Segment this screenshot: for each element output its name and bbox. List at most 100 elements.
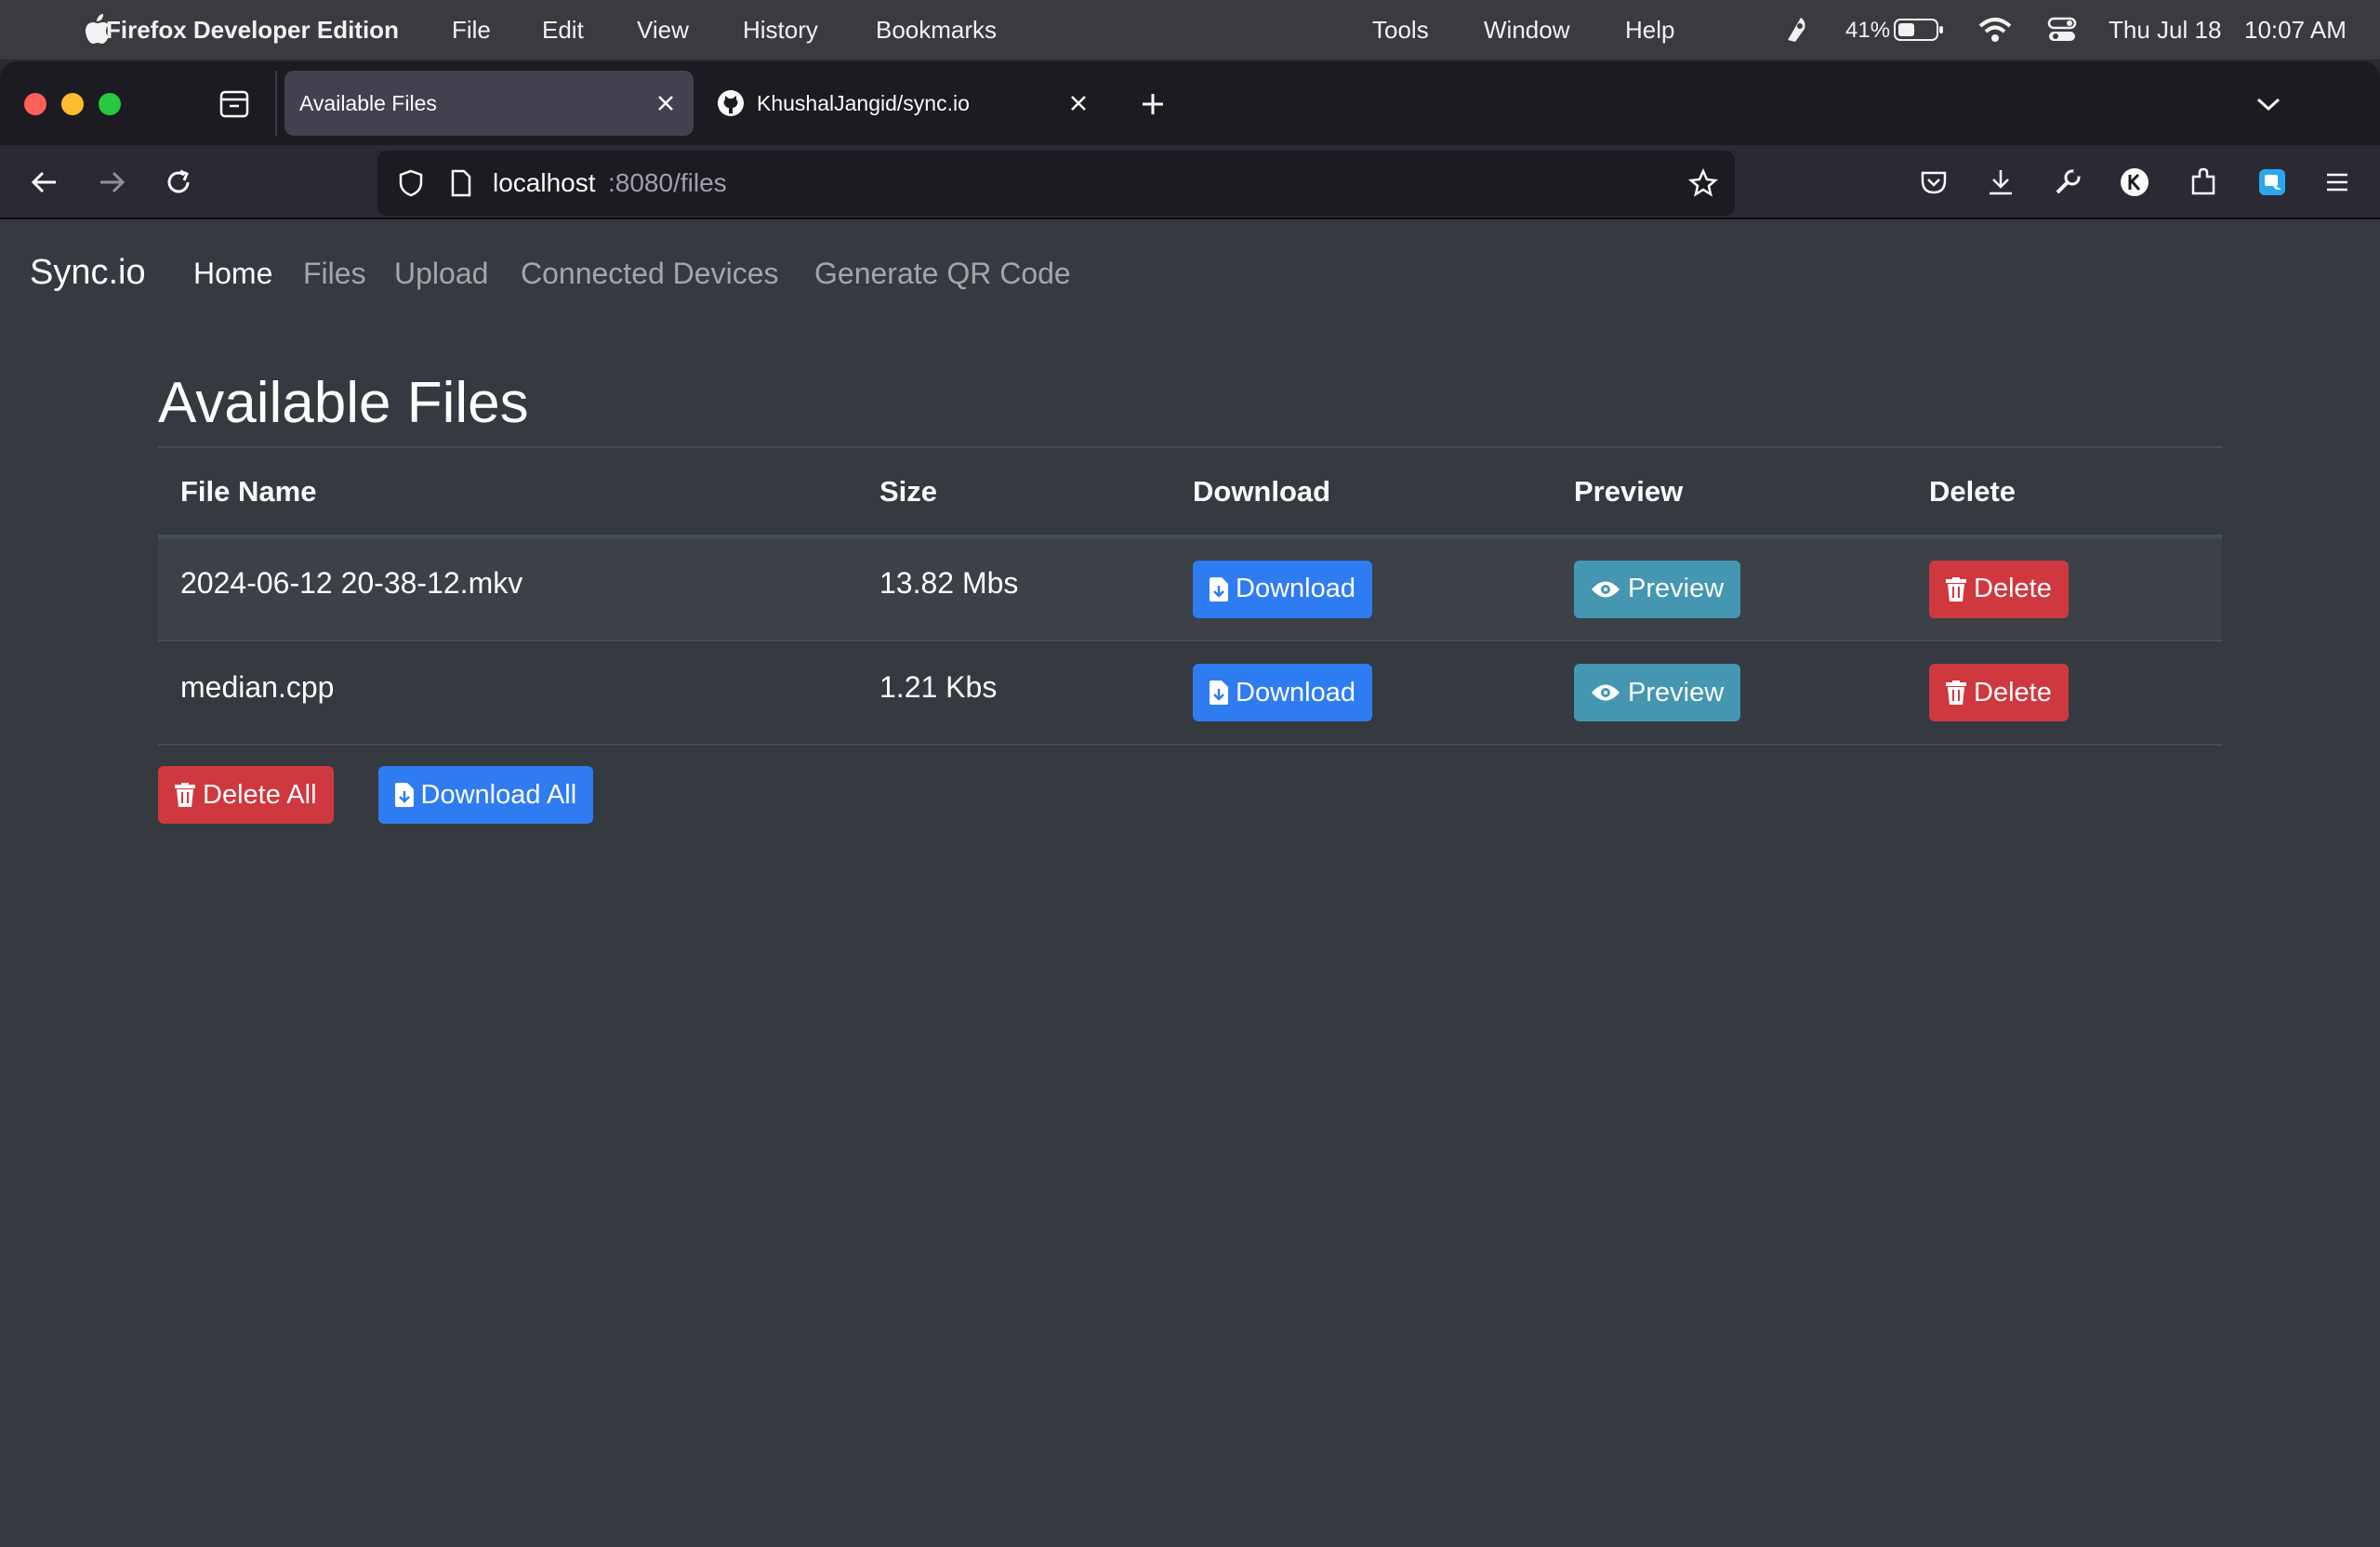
delete-cell: Delete xyxy=(1907,536,2222,641)
url-bar[interactable]: localhost :8080/files xyxy=(377,151,1735,216)
nav-toolbar: localhost :8080/files xyxy=(0,145,2380,219)
new-tab-button[interactable] xyxy=(1134,86,1171,123)
menu-help[interactable]: Help xyxy=(1625,16,1674,45)
browser-window: Available Files KhushalJangid/sync.io lo… xyxy=(0,61,2380,1547)
web-page: Sync.io Home Files Upload Connected Devi… xyxy=(0,221,2380,1488)
wifi-icon[interactable] xyxy=(1977,15,2014,45)
delete-button[interactable]: Delete xyxy=(1929,664,2069,721)
page-info-icon[interactable] xyxy=(444,166,478,200)
file-size: 1.21 Kbs xyxy=(879,669,998,704)
rocket-status-icon[interactable] xyxy=(1779,13,1813,46)
app-menu-hamburger-icon[interactable] xyxy=(2319,164,2356,201)
download-button[interactable]: Download xyxy=(1193,664,1372,721)
page-title: Available Files xyxy=(158,371,529,435)
file-name-cell: 2024-06-12 20-38-12.mkv xyxy=(158,536,857,641)
battery-percent: 41% xyxy=(1845,18,1891,43)
nav-link-home[interactable]: Home xyxy=(193,257,272,291)
delete-button[interactable]: Delete xyxy=(1929,560,2069,618)
pocket-icon[interactable] xyxy=(1915,164,1952,201)
delete-all-button[interactable]: Delete All xyxy=(158,766,334,824)
tab-github-repo[interactable]: KhushalJangid/sync.io xyxy=(712,71,1121,136)
extensions-puzzle-icon[interactable] xyxy=(2185,164,2222,201)
nav-link-generate-qr-code[interactable]: Generate QR Code xyxy=(814,257,1071,291)
macos-menu-bar: Firefox Developer Edition File Edit View… xyxy=(0,0,2380,60)
menu-history[interactable]: History xyxy=(743,16,818,45)
url-path: :8080/files xyxy=(608,168,727,197)
github-icon xyxy=(716,88,746,118)
column-header-download: Download xyxy=(1170,446,1552,538)
delete-button-label: Delete xyxy=(1974,574,2052,603)
nav-link-connected-devices[interactable]: Connected Devices xyxy=(521,257,778,291)
preview-cell: Preview xyxy=(1552,536,1907,641)
close-tab-icon[interactable] xyxy=(1065,90,1091,116)
menubar-date: Thu Jul 18 xyxy=(2109,16,2222,44)
download-all-button[interactable]: Download All xyxy=(377,766,594,824)
downloads-icon[interactable] xyxy=(1982,164,2019,201)
eye-icon xyxy=(1592,581,1620,597)
column-header-file-name: File Name xyxy=(158,446,857,538)
tab-title: KhushalJangid/sync.io xyxy=(757,90,970,115)
download-button[interactable]: Download xyxy=(1193,560,1372,618)
delete-button-label: Delete xyxy=(1974,677,2052,707)
file-size-cell: 1.21 Kbs xyxy=(857,641,1170,746)
reload-icon[interactable] xyxy=(160,164,197,201)
menu-file[interactable]: File xyxy=(452,16,491,45)
battery-icon[interactable] xyxy=(1893,17,1945,43)
zoom-window-button[interactable] xyxy=(99,93,121,115)
url-host: localhost xyxy=(493,168,596,197)
eye-icon xyxy=(1592,684,1620,701)
download-button-label: Download xyxy=(1236,574,1355,603)
bulk-actions: Delete All Download All xyxy=(158,766,2222,824)
back-arrow-icon[interactable] xyxy=(26,164,63,201)
site-navbar: Sync.io Home Files Upload Connected Devi… xyxy=(0,221,2380,328)
nav-link-files[interactable]: Files xyxy=(303,257,366,291)
menu-bookmarks[interactable]: Bookmarks xyxy=(876,16,997,45)
menu-tools[interactable]: Tools xyxy=(1372,16,1429,45)
table-row: 2024-06-12 20-38-12.mkv 13.82 Mbs Downlo… xyxy=(158,536,2222,641)
delete-cell: Delete xyxy=(1907,641,2222,746)
tab-divider xyxy=(275,71,277,136)
close-tab-icon[interactable] xyxy=(653,90,679,116)
preview-button[interactable]: Preview xyxy=(1574,664,1741,721)
close-window-button[interactable] xyxy=(24,93,46,115)
minimize-window-button[interactable] xyxy=(61,93,84,115)
tab-title: Available Files xyxy=(299,90,437,115)
download-cell: Download xyxy=(1170,641,1552,746)
download-cell: Download xyxy=(1170,536,1552,641)
table-row: median.cpp 1.21 Kbs Download Preview Del… xyxy=(158,641,2222,746)
tab-strip: Available Files KhushalJangid/sync.io xyxy=(0,61,2380,145)
file-name: 2024-06-12 20-38-12.mkv xyxy=(180,566,523,600)
bookmark-star-icon[interactable] xyxy=(1686,166,1720,200)
column-header-delete: Delete xyxy=(1907,446,2222,538)
file-download-icon xyxy=(1210,576,1228,602)
file-size: 13.82 Mbs xyxy=(879,566,1019,600)
file-name: median.cpp xyxy=(180,669,335,704)
menu-view[interactable]: View xyxy=(637,16,689,45)
download-all-label: Download All xyxy=(420,779,577,810)
files-table: File Name Size Download Preview Delete 2… xyxy=(158,446,2222,746)
firefox-view-icon[interactable] xyxy=(216,86,253,123)
column-header-size: Size xyxy=(857,446,1170,538)
tab-available-files[interactable]: Available Files xyxy=(284,71,694,136)
site-brand[interactable]: Sync.io xyxy=(30,253,146,293)
menu-edit[interactable]: Edit xyxy=(542,16,584,45)
file-download-icon xyxy=(1210,681,1228,705)
download-button-label: Download xyxy=(1236,677,1355,707)
tracking-protection-shield-icon[interactable] xyxy=(394,166,428,200)
list-all-tabs-chevron-icon[interactable] xyxy=(2250,86,2287,123)
nav-link-upload[interactable]: Upload xyxy=(394,257,488,291)
menu-window[interactable]: Window xyxy=(1484,16,1569,45)
forward-arrow-icon[interactable] xyxy=(93,164,130,201)
column-header-preview: Preview xyxy=(1552,446,1907,538)
file-size-cell: 13.82 Mbs xyxy=(857,536,1170,641)
app-menu-firefox[interactable]: Firefox Developer Edition xyxy=(106,16,399,45)
preview-button-label: Preview xyxy=(1628,677,1725,707)
developer-tools-wrench-icon[interactable] xyxy=(2049,164,2086,201)
control-center-icon[interactable] xyxy=(2045,15,2079,45)
preview-button[interactable]: Preview xyxy=(1574,560,1741,618)
extension-app-icon[interactable] xyxy=(2254,164,2291,201)
account-avatar-icon[interactable] xyxy=(2116,164,2153,201)
menubar-time: 10:07 AM xyxy=(2244,16,2347,44)
trash-icon xyxy=(1946,576,1966,602)
table-header-row: File Name Size Download Preview Delete xyxy=(158,446,2222,538)
